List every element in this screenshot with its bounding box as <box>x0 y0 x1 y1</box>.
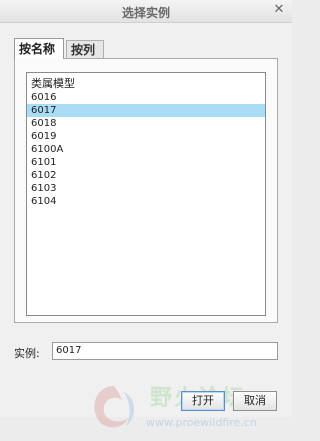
list-item[interactable]: 6016 <box>27 91 265 104</box>
close-icon[interactable]: ✕ <box>272 3 286 17</box>
list-item[interactable]: 6018 <box>27 117 265 130</box>
watermark-url: www.proewildfire.cn <box>146 416 257 429</box>
list-item[interactable]: 6019 <box>27 130 265 143</box>
title-bar: 选择实例 ✕ <box>0 0 292 23</box>
instance-input[interactable]: 6017 <box>52 342 278 360</box>
list-item[interactable]: 6103 <box>27 182 265 195</box>
list-item-generic-model[interactable]: 类属模型 <box>27 76 265 91</box>
open-button[interactable]: 打开 <box>181 391 225 411</box>
dialog-body: 按名称 按列 类属模型 6016 6017 6018 6019 6100A 61… <box>0 23 292 429</box>
tab-panel: 类属模型 6016 6017 6018 6019 6100A 6101 6102… <box>14 58 278 323</box>
instance-label: 实例: <box>14 347 40 360</box>
instance-list[interactable]: 类属模型 6016 6017 6018 6019 6100A 6101 6102… <box>26 72 266 316</box>
tab-by-column[interactable]: 按列 <box>66 40 104 58</box>
list-item[interactable]: 6101 <box>27 156 265 169</box>
list-item[interactable]: 6100A <box>27 143 265 156</box>
cancel-button[interactable]: 取消 <box>233 391 277 411</box>
tab-by-name[interactable]: 按名称 <box>14 38 64 59</box>
list-item[interactable]: 6102 <box>27 169 265 182</box>
window-title: 选择实例 <box>121 6 170 20</box>
list-item[interactable]: 6104 <box>27 195 265 208</box>
watermark-logo-icon <box>94 386 135 428</box>
list-item-selected[interactable]: 6017 <box>27 104 265 117</box>
